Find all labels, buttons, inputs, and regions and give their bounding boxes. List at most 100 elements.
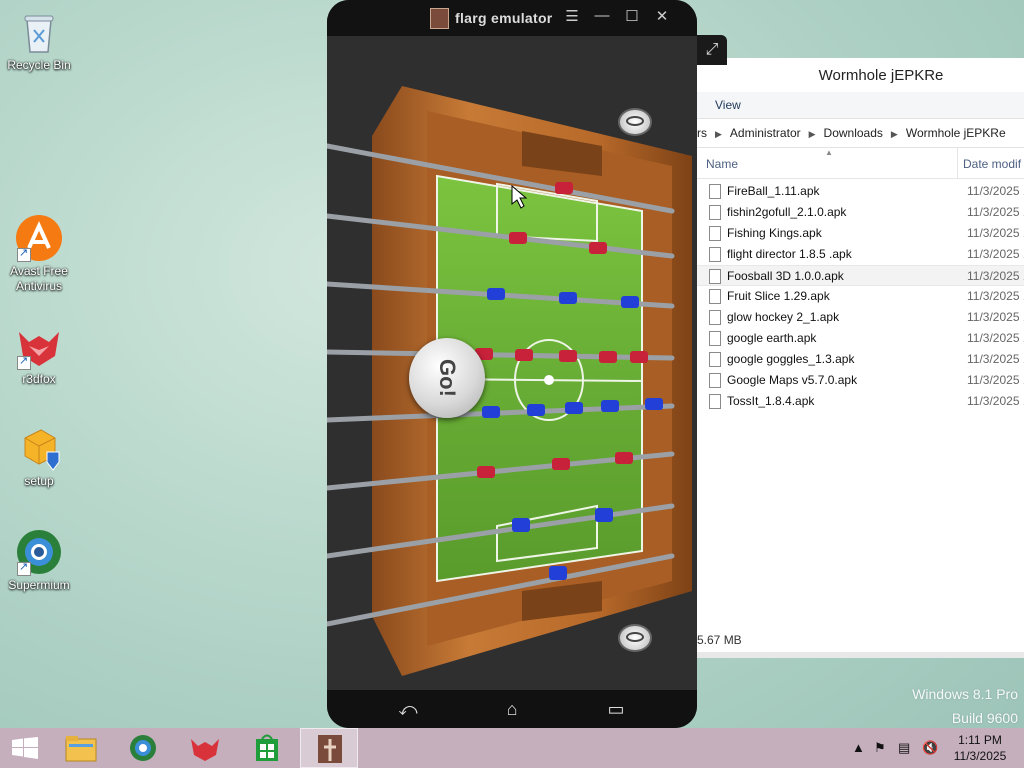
rotate-icon[interactable] — [618, 108, 652, 136]
volume-muted-icon[interactable]: 🔇 — [922, 728, 938, 768]
desktop-icon-avast[interactable]: Avast Free Antivirus — [4, 214, 74, 294]
explorer-window[interactable]: Wormhole jEPKRe View rs ▶ Administrator ▶ Do… — [696, 58, 1024, 658]
desktop-icon-r3dfox[interactable]: r3dfox — [4, 322, 74, 387]
center-spot — [544, 375, 554, 385]
explorer-bottom-edge — [697, 652, 1024, 658]
file-row[interactable]: fishin2gofull_2.1.0.apk 11/3/2025 1 — [697, 202, 1024, 223]
column-header-date[interactable]: Date modif — [963, 157, 1021, 171]
taskbar-store[interactable] — [238, 728, 296, 768]
flarg-emulator-icon — [318, 735, 342, 763]
r3dfox-icon — [191, 739, 219, 761]
file-name: glow hockey 2_1.apk — [727, 310, 840, 324]
fullscreen-icon[interactable]: ⤢ — [697, 35, 727, 65]
maximize-button[interactable]: ☐ — [622, 7, 642, 25]
file-icon — [709, 184, 721, 199]
desktop-icon-setup[interactable]: setup — [4, 424, 74, 489]
file-name: Fishing Kings.apk — [727, 226, 822, 240]
minimize-button[interactable]: — — [592, 7, 612, 24]
file-row[interactable]: google earth.apk 11/3/2025 1 — [697, 328, 1024, 349]
taskbar-flarg-emulator[interactable] — [300, 728, 358, 768]
recents-button[interactable]: ▭ — [601, 699, 631, 720]
file-name: Google Maps v5.7.0.apk — [727, 373, 858, 387]
breadcrumb-item[interactable]: Administrator — [730, 126, 801, 140]
desktop-icon-recycle-bin[interactable]: Recycle Bin — [4, 8, 74, 73]
go-button[interactable]: Go! — [409, 338, 485, 418]
file-name: google goggles_1.3.apk — [727, 352, 855, 366]
file-icon — [709, 289, 721, 304]
avast-icon — [15, 214, 63, 262]
file-icon — [709, 226, 721, 241]
file-name: TossIt_1.8.4.apk — [727, 394, 815, 408]
taskbar-r3dfox[interactable] — [176, 728, 234, 768]
desktop-icon-label: r3dfox — [22, 372, 56, 386]
file-row[interactable]: FireBall_1.11.apk 11/3/2025 1 — [697, 181, 1024, 202]
file-row[interactable]: glow hockey 2_1.apk 11/3/2025 1 — [697, 307, 1024, 328]
breadcrumb[interactable]: rs ▶ Administrator ▶ Downloads ▶ Wormhole jEPK… — [697, 119, 1024, 148]
breadcrumb-item[interactable]: Downloads — [824, 126, 883, 140]
file-date: 11/3/2025 1 — [967, 226, 1024, 240]
file-name: flight director 1.8.5 .apk — [727, 247, 852, 261]
close-button[interactable]: ✕ — [652, 7, 672, 25]
folder-icon — [65, 736, 97, 762]
breadcrumb-item[interactable]: rs — [697, 126, 707, 140]
explorer-title: Wormhole jEPKRe — [697, 58, 1024, 92]
file-date: 11/3/2025 1 — [967, 205, 1024, 219]
file-date: 11/3/2025 1 — [967, 247, 1024, 261]
taskbar-file-explorer[interactable] — [52, 728, 110, 768]
clock-date: 11/3/2025 — [953, 749, 1007, 763]
file-row[interactable]: Fruit Slice 1.29.apk 11/3/2025 1 — [697, 286, 1024, 307]
file-icon — [709, 247, 721, 262]
column-header-name[interactable]: Name — [706, 157, 738, 171]
taskbar-clock[interactable]: 1:11 PM 11/3/2025 — [944, 732, 1016, 764]
file-row-selected[interactable]: Foosball 3D 1.0.0.apk 11/3/2025 1 — [697, 265, 1024, 286]
emulator-titlebar[interactable]: flarg emulator ☰ — ☐ ✕ — [327, 0, 697, 36]
menu-icon[interactable]: ☰ — [562, 7, 582, 25]
file-date: 11/3/2025 1 — [967, 373, 1024, 387]
file-row[interactable]: Google Maps v5.7.0.apk 11/3/2025 1 — [697, 370, 1024, 391]
file-icon — [709, 310, 721, 325]
status-bar-size: 5.67 MB — [697, 633, 742, 647]
store-icon — [256, 734, 278, 761]
file-icon — [709, 394, 721, 409]
chevron-right-icon: ▶ — [890, 129, 898, 139]
file-icon — [709, 352, 721, 367]
windows-edition-watermark: Windows 8.1 Pro — [912, 686, 1018, 702]
taskbar-supermium[interactable] — [114, 728, 172, 768]
setup-icon — [15, 424, 63, 472]
chevron-right-icon: ▶ — [808, 129, 816, 139]
network-icon[interactable]: ▤ — [898, 728, 910, 768]
explorer-ribbon: View — [697, 92, 1024, 119]
file-date: 11/3/2025 1 — [967, 289, 1024, 303]
home-button[interactable]: ⌂ — [497, 699, 527, 720]
file-row[interactable]: google goggles_1.3.apk 11/3/2025 1 — [697, 349, 1024, 370]
taskbar: ▲ ⚑ ▤ 🔇 1:11 PM 11/3/2025 — [0, 728, 1024, 768]
emulator-logo-icon — [430, 8, 449, 29]
supermium-icon — [130, 735, 156, 761]
game-screen[interactable]: Go! — [327, 36, 697, 690]
ribbon-tab-view[interactable]: View — [715, 98, 741, 112]
go-label: Go! — [434, 359, 460, 397]
action-center-flag-icon[interactable]: ⚑ — [874, 728, 886, 768]
start-button[interactable] — [0, 728, 50, 768]
windows-logo-icon — [12, 737, 38, 759]
desktop-icon-label: setup — [24, 474, 54, 488]
file-date: 11/3/2025 1 — [967, 331, 1024, 345]
show-hidden-icons[interactable]: ▲ — [852, 728, 865, 768]
breadcrumb-item[interactable]: Wormhole jEPKRe — [906, 126, 1006, 140]
emulator-window[interactable]: flarg emulator ☰ — ☐ ✕ Go! ⤺ ⌂ ▭ — [327, 0, 697, 728]
file-date: 11/3/2025 1 — [967, 269, 1024, 283]
file-row[interactable]: flight director 1.8.5 .apk 11/3/2025 1 — [697, 244, 1024, 265]
sort-ascending-icon: ▲ — [825, 148, 833, 157]
desktop-icon-label: Recycle Bin — [7, 58, 71, 72]
desktop-icon-supermium[interactable]: Supermium — [4, 528, 74, 593]
file-row[interactable]: Fishing Kings.apk 11/3/2025 1 — [697, 223, 1024, 244]
supermium-icon — [15, 528, 63, 576]
r3dfox-icon — [15, 322, 63, 370]
file-name: Foosball 3D 1.0.0.apk — [727, 269, 844, 283]
file-icon — [709, 269, 721, 284]
file-row[interactable]: TossIt_1.8.4.apk 11/3/2025 1 — [697, 391, 1024, 412]
file-list: FireBall_1.11.apk 11/3/2025 1 fishin2gofu… — [697, 179, 1024, 412]
android-nav-bar: ⤺ ⌂ ▭ — [327, 690, 697, 728]
rotate-icon[interactable] — [618, 624, 652, 652]
back-button[interactable]: ⤺ — [393, 699, 423, 720]
